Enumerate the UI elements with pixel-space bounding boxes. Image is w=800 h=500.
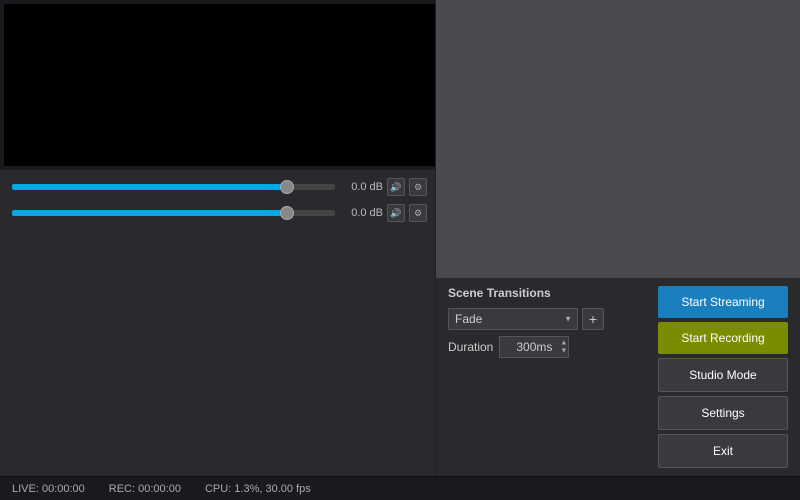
duration-spin-arrows[interactable]: ▲ ▼ xyxy=(560,339,567,354)
audio-db-2: 0.0 dB xyxy=(343,207,383,219)
duration-label: Duration xyxy=(448,340,493,354)
audio-icons-2: 🔊 ⚙ xyxy=(387,204,427,222)
cpu-status: CPU: 1.3%, 30.00 fps xyxy=(205,483,311,495)
right-panel: Scene Transitions Fade Cut Swipe + Du xyxy=(436,0,800,476)
audio-mixer: 0.0 dB 🔊 ⚙ 0.0 dB xyxy=(0,170,435,476)
rec-status: REC: 00:00:00 xyxy=(109,483,181,495)
duration-spinner-wrapper: ▲ ▼ xyxy=(499,336,569,358)
duration-row: Duration ▲ ▼ xyxy=(448,336,604,358)
audio-slider-1[interactable] xyxy=(12,184,335,190)
preview-area xyxy=(4,4,436,166)
audio-icons-1: 🔊 ⚙ xyxy=(387,178,427,196)
gear-icon-2[interactable]: ⚙ xyxy=(409,204,427,222)
add-transition-button[interactable]: + xyxy=(582,308,604,330)
transition-select[interactable]: Fade Cut Swipe xyxy=(448,308,578,330)
volume-icon-1[interactable]: 🔊 xyxy=(387,178,405,196)
audio-thumb-2[interactable] xyxy=(280,206,294,220)
exit-button[interactable]: Exit xyxy=(658,434,788,468)
scenes-sources-area xyxy=(436,0,800,278)
audio-slider-2[interactable] xyxy=(12,210,335,216)
start-recording-button[interactable]: Start Recording xyxy=(658,322,788,354)
transition-select-wrapper: Fade Cut Swipe xyxy=(448,308,578,330)
settings-button[interactable]: Settings xyxy=(658,396,788,430)
fade-row: Fade Cut Swipe + xyxy=(448,308,604,330)
studio-mode-button[interactable]: Studio Mode xyxy=(658,358,788,392)
duration-input[interactable] xyxy=(499,336,569,358)
start-streaming-button[interactable]: Start Streaming xyxy=(658,286,788,318)
audio-thumb-1[interactable] xyxy=(280,180,294,194)
audio-fill-1 xyxy=(12,184,287,190)
spin-up-icon[interactable]: ▲ xyxy=(560,339,567,347)
audio-row-2: 0.0 dB 🔊 ⚙ xyxy=(0,200,435,226)
left-panel: 0.0 dB 🔊 ⚙ 0.0 dB xyxy=(0,0,435,476)
audio-fill-2 xyxy=(12,210,287,216)
live-status: LIVE: 00:00:00 xyxy=(12,483,85,495)
controls-row: Scene Transitions Fade Cut Swipe + Du xyxy=(436,278,800,476)
action-buttons: Start Streaming Start Recording Studio M… xyxy=(658,286,788,468)
spin-down-icon[interactable]: ▼ xyxy=(560,347,567,355)
gear-icon-1[interactable]: ⚙ xyxy=(409,178,427,196)
audio-row-1: 0.0 dB 🔊 ⚙ xyxy=(0,174,435,200)
scene-transitions-label: Scene Transitions xyxy=(448,286,604,300)
scene-transitions-panel: Scene Transitions Fade Cut Swipe + Du xyxy=(448,286,604,358)
status-bar: LIVE: 00:00:00 REC: 00:00:00 CPU: 1.3%, … xyxy=(0,476,800,500)
volume-icon-2[interactable]: 🔊 xyxy=(387,204,405,222)
audio-db-1: 0.0 dB xyxy=(343,181,383,193)
